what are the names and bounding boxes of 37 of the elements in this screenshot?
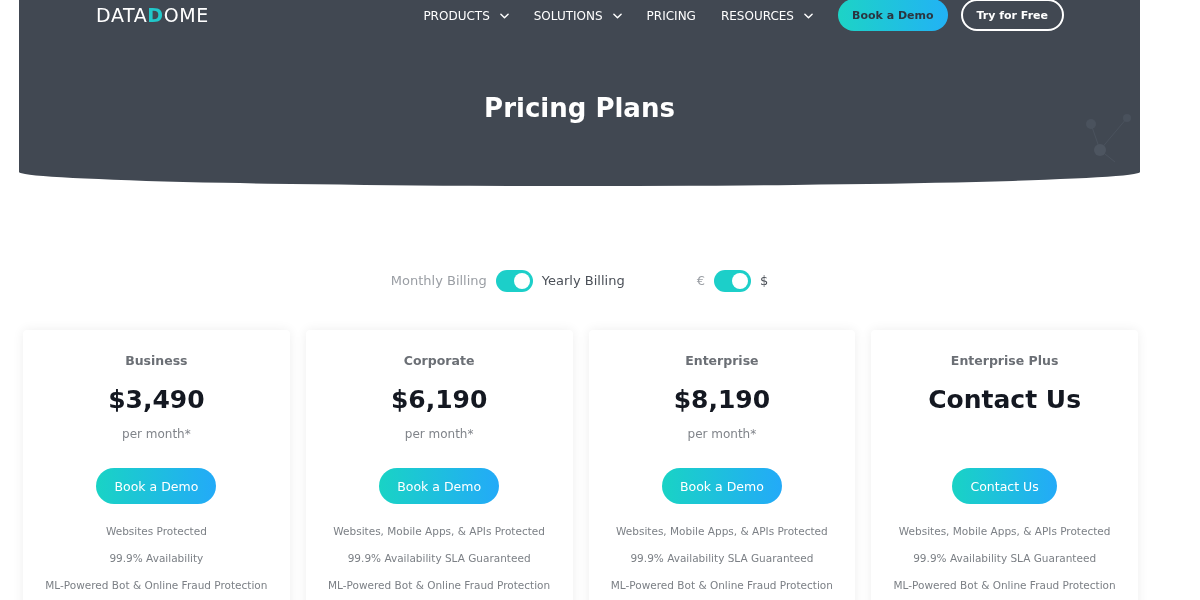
feature-text: ML-Powered Bot & Online Fraud Protection <box>328 578 551 593</box>
toggle-label: Monthly Billing <box>390 272 487 290</box>
feature-text: 99.9% Availability SLA Guaranteed <box>347 551 531 566</box>
feature-text: 99.9% Availability <box>109 551 204 566</box>
toggle-label: Yearly Billing <box>541 272 625 290</box>
plan-name: Enterprise <box>685 353 759 369</box>
feature-text: 99.9% Availability SLA Guaranteed <box>630 551 814 566</box>
price-period: per month* <box>404 426 474 442</box>
nav-link[interactable]: RESOURCES <box>720 7 813 24</box>
feature-text: ML-Powered Bot & Online Fraud Protection <box>610 578 833 593</box>
feature-text: Websites, Mobile Apps, & APIs Protected <box>333 524 545 539</box>
nav-link[interactable]: SOLUTIONS <box>533 7 622 24</box>
price-period: per month* <box>122 426 191 442</box>
book-demo-button[interactable]: Book a Demo <box>838 0 948 31</box>
plan-name: Business <box>125 353 188 369</box>
page-title: Pricing Plans <box>483 92 676 125</box>
feature-text: Websites, Mobile Apps, & APIs Protected <box>898 524 1111 539</box>
toggle-switch[interactable] <box>713 270 751 292</box>
plan-price: $6,190 <box>390 384 488 416</box>
toggle-label: € <box>696 272 705 290</box>
feature-text: Websites Protected <box>105 524 207 539</box>
feature-text: ML-Powered Bot & Online Fraud Protection <box>893 578 1116 593</box>
plan-name: Corporate <box>403 353 475 369</box>
plan-price: $8,190 <box>673 384 771 416</box>
nav-link[interactable]: PRODUCTS <box>423 7 509 24</box>
feature-text: ML-Powered Bot & Online Fraud Protection <box>45 578 268 593</box>
plan-price: $3,490 <box>108 384 205 416</box>
toggle-switch[interactable] <box>495 270 533 292</box>
plan-name: Enterprise Plus <box>950 353 1059 369</box>
try-free-button[interactable]: Try for Free <box>960 0 1064 31</box>
price-period: per month* <box>687 426 757 442</box>
nav-link[interactable]: PRICING <box>646 7 696 24</box>
toggle-label: $ <box>759 272 769 290</box>
logo[interactable]: DATADOME <box>96 3 209 26</box>
feature-text: 99.9% Availability SLA Guaranteed <box>913 551 1097 566</box>
feature-text: Websites, Mobile Apps, & APIs Protected <box>616 524 828 539</box>
plan-price: Contact Us <box>928 384 1081 416</box>
